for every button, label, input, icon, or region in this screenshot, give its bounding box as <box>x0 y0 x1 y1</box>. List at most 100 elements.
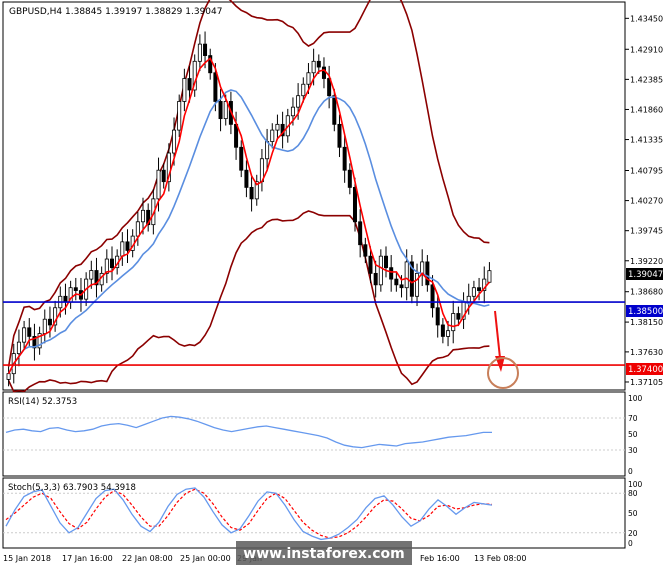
candle-body <box>471 287 476 297</box>
stoch-tick-label: 100 <box>628 480 643 489</box>
candle-body <box>394 278 399 286</box>
candle-body <box>451 313 456 332</box>
time-axis-label: 13 Feb 08:00 <box>474 554 526 563</box>
candle-body <box>415 272 420 297</box>
price-tick-label: 1.38680 <box>630 288 663 297</box>
candle-body <box>197 43 202 62</box>
candle-body <box>301 83 306 97</box>
watermark-text: www.instaforex.com <box>243 546 404 562</box>
candle-body <box>425 261 430 286</box>
price-tick-label: 1.39220 <box>630 257 663 266</box>
price-tick-label: 1.39745 <box>630 227 663 236</box>
candle-body <box>446 330 451 337</box>
price-tick-label: 1.41335 <box>630 136 663 145</box>
candle-body <box>466 295 471 303</box>
price-tick-label: 1.42910 <box>630 45 663 54</box>
candle-body <box>440 324 445 337</box>
rsi-panel[interactable] <box>2 391 626 477</box>
candle-body <box>373 272 378 286</box>
candle-body <box>435 307 440 326</box>
rsi-tick-label: 30 <box>628 446 638 455</box>
candle-body <box>135 221 140 237</box>
candle-body <box>378 255 383 286</box>
candle-body <box>368 255 373 274</box>
candle-body <box>275 123 280 131</box>
candle-body <box>290 106 295 117</box>
candle-body <box>187 78 192 91</box>
candle-body <box>63 295 68 303</box>
candle-body <box>109 258 114 269</box>
stoch-tick-label: 0 <box>628 539 633 548</box>
candle-body <box>22 327 27 343</box>
price-tick-label: 1.42385 <box>630 75 663 84</box>
stoch-tick-label: 50 <box>628 509 638 518</box>
candle-body <box>316 60 321 68</box>
rsi-tick-label: 100 <box>628 394 643 403</box>
candle-body <box>16 341 21 355</box>
candle-body <box>73 287 78 291</box>
candle-body <box>404 261 409 289</box>
candle-body <box>332 95 337 125</box>
candle-body <box>306 72 311 85</box>
candle-body <box>6 373 11 380</box>
stoch-label: Stoch(5,3,3) 63.7903 54.3918 <box>8 483 136 493</box>
candle-body <box>384 255 389 269</box>
target-level-label: 1.37400 <box>628 365 663 375</box>
candle-body <box>363 244 368 257</box>
candle-body <box>456 313 461 320</box>
candle-body <box>358 221 363 246</box>
candle-body <box>239 146 244 171</box>
candle-body <box>420 261 425 274</box>
chart-header: GBPUSD,H4 1.38845 1.39197 1.38829 1.3904… <box>9 7 222 17</box>
candle-body <box>352 187 357 223</box>
stoch-tick-label: 20 <box>628 529 638 538</box>
rsi-tick-label: 0 <box>628 467 633 476</box>
price-tick-label: 1.43450 <box>630 14 663 23</box>
candle-body <box>47 318 52 326</box>
candle-body <box>337 123 342 148</box>
candle-body <box>321 66 326 79</box>
candle-body <box>213 72 218 102</box>
stoch-tick-label: 80 <box>628 489 638 498</box>
rsi-tick-label: 70 <box>628 414 638 423</box>
time-axis-label: 25 Jan 00:00 <box>180 554 231 563</box>
price-tick-label: 1.40795 <box>630 166 663 175</box>
candle-body <box>42 318 47 334</box>
candle-body <box>120 241 125 257</box>
candle-body <box>342 146 347 171</box>
rsi-tick-label: 50 <box>628 430 638 439</box>
time-axis-label: Feb 16:00 <box>420 554 460 563</box>
current-price-label: 1.39047 <box>628 270 663 280</box>
candle-body <box>487 270 492 283</box>
candle-body <box>161 169 166 183</box>
candle-body <box>27 327 32 337</box>
candle-body <box>177 101 182 131</box>
candle-body <box>218 101 223 120</box>
rsi-label: RSI(14) 52.3753 <box>8 397 77 407</box>
candle-body <box>172 129 177 154</box>
candle-body <box>430 284 435 309</box>
candle-body <box>89 270 94 280</box>
time-axis-label: 15 Jan 2018 <box>3 554 51 563</box>
candle-body <box>311 60 316 74</box>
candle-body <box>141 209 146 223</box>
time-axis-label: 22 Jan 08:00 <box>122 554 173 563</box>
candle-body <box>223 101 228 120</box>
candle-body <box>125 241 130 251</box>
price-tick-label: 1.40270 <box>630 197 663 206</box>
candle-body <box>296 95 301 108</box>
support-level-label: 1.38500 <box>628 307 663 317</box>
candle-body <box>182 78 187 102</box>
candle-body <box>347 169 352 188</box>
candle-body <box>389 267 394 280</box>
price-tick-label: 1.41860 <box>630 105 663 114</box>
price-tick-label: 1.38150 <box>630 318 663 327</box>
trading-chart-window[interactable]: 100 70 50 30 0 100 80 50 20 0 1.43450 1.42910 1.42… <box>0 0 665 568</box>
candle-body <box>156 169 161 200</box>
candle-body <box>399 284 404 289</box>
candle-body <box>270 129 275 142</box>
candle-body <box>477 287 482 291</box>
candle-body <box>203 43 208 56</box>
price-tick-label: 1.37105 <box>630 378 663 387</box>
candle-body <box>244 169 249 188</box>
